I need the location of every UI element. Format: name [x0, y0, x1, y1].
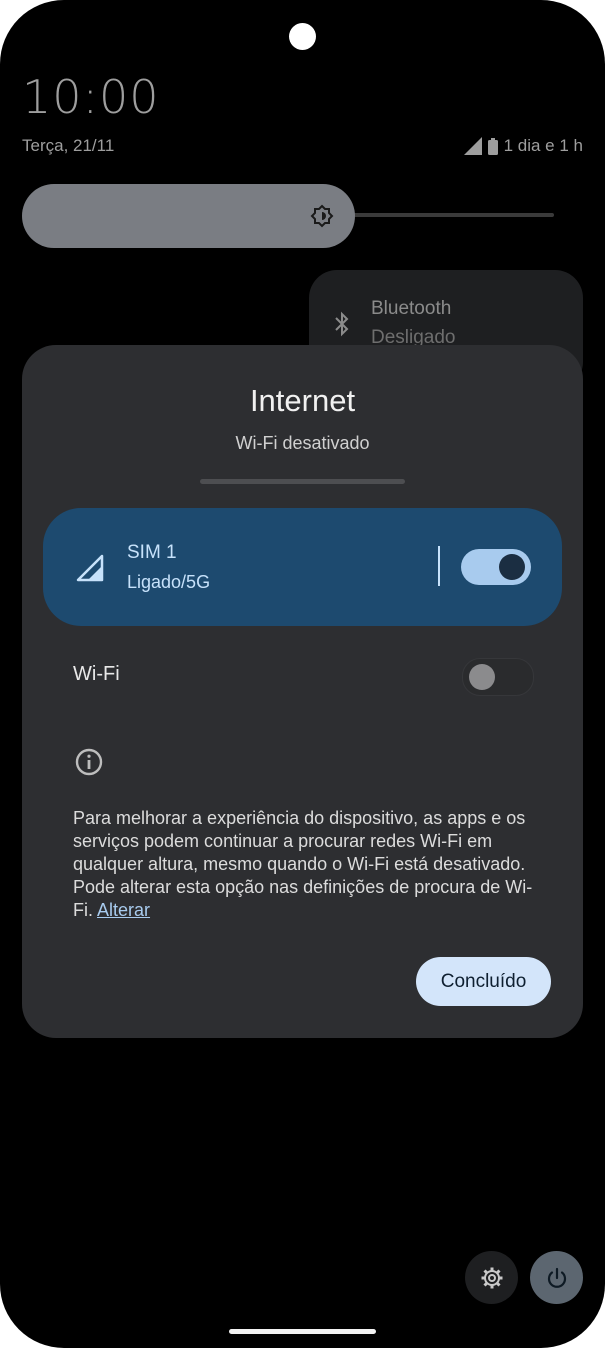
done-button[interactable]: Concluído	[416, 957, 551, 1006]
bluetooth-icon	[335, 311, 349, 337]
sim-divider	[438, 546, 440, 586]
cellular-signal-icon	[463, 137, 482, 155]
sim-name: SIM 1	[127, 542, 177, 563]
brightness-slider[interactable]	[22, 184, 355, 248]
camera-cutout	[289, 23, 316, 50]
phone-screen: 10:00 Terça, 21/11 1 dia e 1 h Bluetooth…	[0, 0, 605, 1348]
toggle-knob	[469, 664, 495, 690]
brightness-icon	[310, 204, 334, 228]
dialog-title: Internet	[249, 383, 356, 418]
sim-network-card[interactable]: SIM 1 Ligado/5G	[43, 508, 562, 626]
battery-icon	[487, 137, 498, 155]
status-date: Terça, 21/11	[22, 136, 115, 155]
battery-remaining-text: 1 dia e 1 h	[503, 136, 583, 155]
mobile-data-toggle[interactable]	[461, 549, 531, 585]
info-icon	[75, 748, 103, 776]
power-button[interactable]	[530, 1251, 583, 1304]
home-gesture-bar[interactable]	[229, 1329, 376, 1334]
internet-dialog: Internet Wi-Fi desativado SIM 1 Ligado/5…	[22, 345, 583, 1038]
brightness-slider-track[interactable]	[340, 213, 554, 217]
bluetooth-tile-title: Bluetooth	[371, 298, 452, 319]
dialog-progress-divider	[200, 479, 405, 484]
wifi-toggle[interactable]	[462, 658, 534, 696]
power-icon	[547, 1267, 566, 1288]
status-indicators: 1 dia e 1 h	[463, 136, 583, 156]
sim-status: Ligado/5G	[127, 572, 211, 592]
wifi-label: Wi-Fi	[73, 663, 120, 685]
gear-icon	[481, 1267, 502, 1288]
status-clock: 10:00	[22, 70, 160, 124]
settings-button[interactable]	[465, 1251, 518, 1304]
cellular-signal-icon	[76, 554, 104, 582]
wifi-scanning-info: Para melhorar a experiência do dispositi…	[73, 807, 533, 922]
change-settings-link[interactable]: Alterar	[97, 900, 150, 920]
dialog-subtitle: Wi-Fi desativado	[235, 433, 370, 453]
toggle-knob	[499, 554, 525, 580]
